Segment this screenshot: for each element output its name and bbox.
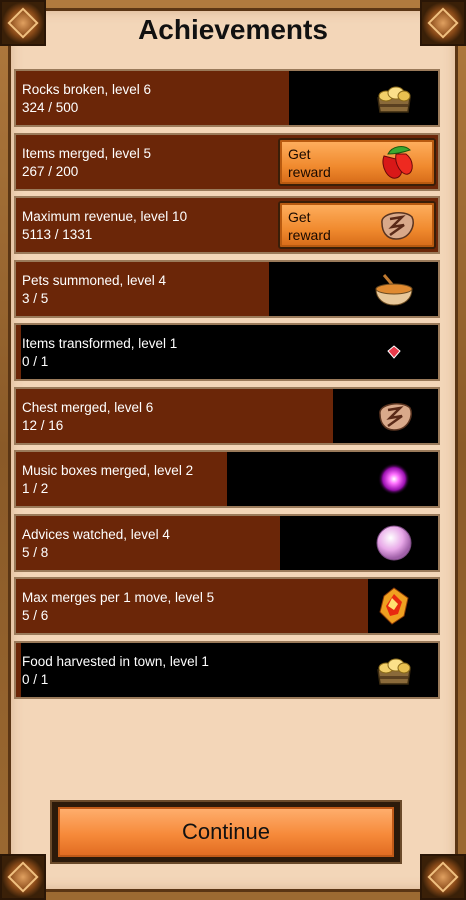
achievement-row: Maximum revenue, level 10 5113 / 1331 Get … — [14, 196, 440, 254]
achievement-progress: 0 / 1 — [22, 354, 49, 369]
continue-button-frame: Continue — [50, 800, 402, 864]
get-reward-label: Get reward — [288, 209, 331, 243]
fire-crystal-icon — [372, 586, 416, 626]
corner-ornament-icon — [0, 854, 46, 900]
achievement-name: Music boxes merged, level 2 — [22, 463, 194, 478]
achievements-list: Rocks broken, level 6 324 / 500 Items merg… — [14, 69, 440, 704]
gold-chest-icon — [372, 650, 416, 690]
purple-orb-icon — [372, 459, 416, 499]
achievement-name: Items transformed, level 1 — [22, 336, 178, 351]
red-pepper-icon — [374, 142, 418, 182]
achievement-row: Rocks broken, level 6 324 / 500 — [14, 69, 440, 127]
achievement-progress: 267 / 200 — [22, 163, 79, 179]
page-title: Achievements — [138, 14, 328, 45]
achievement-progress: 12 / 16 — [22, 417, 64, 433]
achievement-progress: 1 / 2 — [22, 481, 49, 496]
continue-button[interactable]: Continue — [58, 807, 394, 857]
achievement-name: Maximum revenue, level 10 — [22, 209, 188, 224]
achievement-row: Max merges per 1 move, level 5 5 / 6 — [14, 577, 440, 635]
progress-bar-fill — [16, 642, 22, 697]
achievement-progress: 5 / 6 — [22, 608, 49, 623]
achievement-name: Items merged, level 5 — [22, 145, 152, 161]
gold-chest-icon — [372, 78, 416, 118]
get-reward-button[interactable]: Get reward — [278, 201, 436, 249]
achievement-name: Food harvested in town, level 1 — [22, 653, 209, 669]
red-gem-icon — [372, 332, 416, 372]
achievement-row: Pets summoned, level 4 3 / 5 — [14, 259, 440, 318]
food-bowl-icon — [372, 269, 416, 309]
corner-ornament-icon — [420, 854, 466, 900]
achievement-progress: 0 / 1 — [22, 671, 49, 687]
progress-bar-fill — [16, 325, 22, 379]
achievement-name: Rocks broken, level 6 — [22, 82, 152, 97]
get-reward-button[interactable]: Get reward — [278, 137, 436, 186]
get-reward-label: Get reward — [288, 145, 331, 180]
achievement-row: Items merged, level 5 267 / 200 Get reward — [14, 132, 440, 191]
achievement-row: Items transformed, level 1 0 / 1 — [14, 323, 440, 381]
achievement-progress: 5113 / 1331 — [22, 227, 93, 242]
rune-stone-icon — [372, 396, 416, 436]
achievement-name: Chest merged, level 6 — [22, 399, 154, 415]
achievement-progress: 3 / 5 — [22, 290, 49, 306]
pearl-icon — [372, 523, 416, 563]
achievement-name: Advices watched, level 4 — [22, 526, 170, 542]
achievement-progress: 5 / 8 — [22, 544, 49, 560]
achievement-row: Advices watched, level 4 5 / 8 — [14, 513, 440, 572]
achievement-row: Chest merged, level 6 12 / 16 — [14, 386, 440, 445]
achievement-row: Food harvested in town, level 1 0 / 1 — [14, 640, 440, 699]
rune-stone-icon — [374, 205, 418, 245]
achievement-name: Max merges per 1 move, level 5 — [22, 590, 215, 605]
achievement-name: Pets summoned, level 4 — [22, 272, 167, 288]
achievement-progress: 324 / 500 — [22, 100, 79, 115]
achievement-row: Music boxes merged, level 2 1 / 2 — [14, 450, 440, 508]
